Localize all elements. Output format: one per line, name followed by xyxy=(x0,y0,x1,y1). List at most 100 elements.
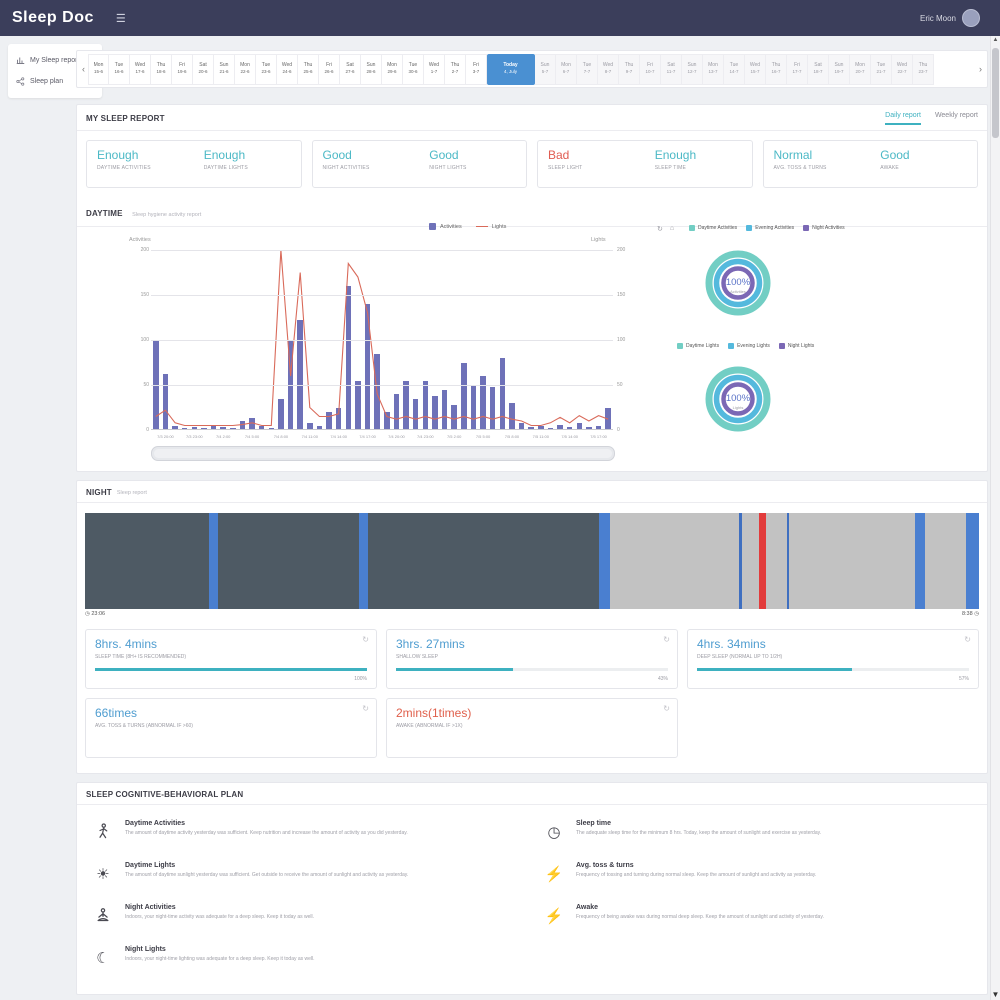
night-stats-grid: 8hrs. 4mins SLEEP TIME (8H+ IS RECOMMEND… xyxy=(85,629,979,758)
refresh-icon[interactable]: ↻ xyxy=(964,635,971,644)
hamburger-menu-icon[interactable]: ☰ xyxy=(116,12,126,25)
night-title: NIGHT xyxy=(86,488,112,497)
date-cell[interactable]: Sun19-7 xyxy=(829,54,850,85)
summary-value: Enough xyxy=(97,148,184,162)
scroll-down-icon[interactable]: ▼ xyxy=(991,990,1000,999)
date-cell[interactable]: Mon15-6 xyxy=(88,54,109,85)
chart-range-scrollbar[interactable] xyxy=(151,446,615,461)
avatar[interactable] xyxy=(962,9,980,27)
date-cell[interactable]: Sat27-6 xyxy=(340,54,361,85)
date-cell[interactable]: Mon6-7 xyxy=(556,54,577,85)
date-cell-date: 18-7 xyxy=(813,69,822,76)
refresh-icon[interactable]: ↻ xyxy=(663,704,670,713)
page-scrollbar[interactable]: ▲ ▼ xyxy=(990,36,1000,1000)
date-cell-today[interactable]: Today4, July xyxy=(487,54,535,85)
date-cell[interactable]: Fri26-6 xyxy=(319,54,340,85)
donut-legend-item[interactable]: Night Activities xyxy=(803,225,845,231)
date-cell[interactable]: Sat11-7 xyxy=(661,54,682,85)
date-cell-day: Wed xyxy=(750,62,760,70)
legend-item-lights[interactable]: Lights xyxy=(476,224,507,230)
date-cell[interactable]: Tue7-7 xyxy=(577,54,598,85)
date-cell[interactable]: Wed1-7 xyxy=(424,54,445,85)
plan-item-desc: The amount of daytime activity yesterday… xyxy=(125,830,408,838)
date-cell[interactable]: Thu9-7 xyxy=(619,54,640,85)
date-cell[interactable]: Thu18-6 xyxy=(151,54,172,85)
date-cell[interactable]: Tue14-7 xyxy=(724,54,745,85)
date-cell[interactable]: Wed15-7 xyxy=(745,54,766,85)
date-cell[interactable]: Fri19-6 xyxy=(172,54,193,85)
date-cell[interactable]: Sun12-7 xyxy=(682,54,703,85)
plan-title: SLEEP COGNITIVE-BEHAVIORAL PLAN xyxy=(86,790,243,799)
legend-item-activities[interactable]: Activities xyxy=(429,223,462,230)
x-tick-label: 7/4 23:00 xyxy=(411,434,440,439)
donut-legend-item[interactable]: Daytime Activities xyxy=(689,225,737,231)
legend-label: Lights xyxy=(492,224,507,230)
refresh-icon[interactable]: ↻ xyxy=(362,704,369,713)
date-cell[interactable]: Wed22-7 xyxy=(892,54,913,85)
date-cell[interactable]: Mon29-6 xyxy=(382,54,403,85)
scrollbar-thumb[interactable] xyxy=(992,48,999,138)
date-cell[interactable]: Mon13-7 xyxy=(703,54,724,85)
tab-weekly-report[interactable]: Weekly report xyxy=(935,112,978,125)
share-plan-icon xyxy=(16,77,25,86)
donut-legend-item[interactable]: Evening Lights xyxy=(728,343,770,349)
date-cell-day: Tue xyxy=(730,62,738,70)
date-cell[interactable]: Wed24-6 xyxy=(277,54,298,85)
x-tick-label: 7/4 14:00 xyxy=(324,434,353,439)
date-cell[interactable]: Thu16-7 xyxy=(766,54,787,85)
date-cell[interactable]: Sun21-6 xyxy=(214,54,235,85)
summary-value: Enough xyxy=(204,148,291,162)
night-subtitle: Sleep report xyxy=(117,490,147,496)
date-cell[interactable]: Mon20-7 xyxy=(850,54,871,85)
date-cell[interactable]: Tue23-6 xyxy=(256,54,277,85)
plan-item-title: Night Activities xyxy=(125,904,314,911)
refresh-icon[interactable]: ↻ xyxy=(657,225,663,233)
date-cell-day: Tue xyxy=(583,62,591,70)
donut-legend-item[interactable]: Evening Activities xyxy=(746,225,794,231)
clock-icon: ◷ xyxy=(974,611,979,617)
svg-text:Activities: Activities xyxy=(730,289,746,294)
date-cell-day: Sun xyxy=(835,62,844,70)
date-cell-day: Fri xyxy=(473,62,479,70)
tab-daily-report[interactable]: Daily report xyxy=(885,112,921,125)
scroll-up-icon[interactable]: ▲ xyxy=(991,37,1000,43)
date-cell-date: 24-6 xyxy=(282,69,291,76)
plan-item-title: Avg. toss & turns xyxy=(576,862,816,869)
chart-range-thumb[interactable] xyxy=(154,449,612,458)
date-cell[interactable]: Tue16-6 xyxy=(109,54,130,85)
date-cell[interactable]: Tue30-6 xyxy=(403,54,424,85)
date-cell-day: Mon xyxy=(561,62,571,70)
date-cell[interactable]: Fri3-7 xyxy=(466,54,487,85)
date-cell[interactable]: Thu25-6 xyxy=(298,54,319,85)
refresh-icon[interactable]: ↻ xyxy=(663,635,670,644)
legend-label: Daytime Activities xyxy=(698,225,737,231)
date-cell[interactable]: Thu2-7 xyxy=(445,54,466,85)
date-cell[interactable]: Sat18-7 xyxy=(808,54,829,85)
summary-metric: GoodAWAKE xyxy=(870,141,977,187)
legend-swatch xyxy=(429,223,436,230)
date-cell[interactable]: Sat20-6 xyxy=(193,54,214,85)
date-cells: Mon15-6Tue16-6Wed17-6Thu18-6Fri19-6Sat20… xyxy=(88,54,976,85)
home-icon[interactable]: ⌂ xyxy=(670,225,674,233)
toss-turn-stripe xyxy=(966,513,979,609)
refresh-icon[interactable]: ↻ xyxy=(362,635,369,644)
user-menu[interactable]: Eric Moon xyxy=(920,0,980,36)
date-cell[interactable]: Mon22-6 xyxy=(235,54,256,85)
summary-metric: BadSLEEP LIGHT xyxy=(538,141,645,187)
date-cell[interactable]: Fri10-7 xyxy=(640,54,661,85)
date-cell[interactable]: Wed8-7 xyxy=(598,54,619,85)
x-tick-label: 7/5 14:00 xyxy=(555,434,584,439)
sun-icon: ☀ xyxy=(91,862,115,886)
date-cell[interactable]: Tue21-7 xyxy=(871,54,892,85)
stat-value: 66times xyxy=(95,706,137,720)
donut-legend-item[interactable]: Night Lights xyxy=(779,343,814,349)
prev-dates-icon[interactable]: ‹ xyxy=(79,64,88,74)
date-cell[interactable]: Sun5-7 xyxy=(535,54,556,85)
donut-legend-item[interactable]: Daytime Lights xyxy=(677,343,719,349)
date-cell[interactable]: Wed17-6 xyxy=(130,54,151,85)
date-cell-day: Sat xyxy=(814,62,822,70)
date-cell[interactable]: Thu23-7 xyxy=(913,54,934,85)
next-dates-icon[interactable]: › xyxy=(976,64,985,74)
date-cell[interactable]: Sun28-6 xyxy=(361,54,382,85)
date-cell[interactable]: Fri17-7 xyxy=(787,54,808,85)
